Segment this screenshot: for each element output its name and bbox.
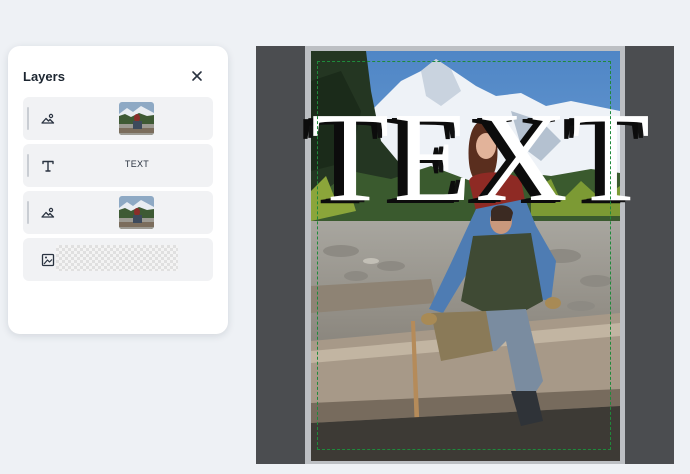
image-layer-icon [41, 113, 55, 124]
layer-thumbnail [119, 102, 154, 135]
drag-handle[interactable] [27, 107, 29, 130]
background-layer-icon [41, 253, 55, 267]
close-icon [192, 71, 202, 81]
text-layer-label: TEXT [124, 159, 150, 169]
layer-row-background[interactable] [23, 238, 213, 281]
text-layer-icon [42, 160, 54, 172]
drag-handle[interactable] [27, 201, 29, 224]
layer-row-image-2[interactable] [23, 191, 213, 234]
transparent-preview [56, 245, 178, 271]
photo-layer[interactable] [311, 51, 620, 461]
close-button[interactable] [189, 68, 205, 84]
layers-panel: Layers TEXT [8, 46, 228, 334]
image-layer-icon [41, 207, 55, 218]
layer-thumbnail [119, 196, 154, 229]
drag-handle[interactable] [27, 154, 29, 177]
layer-row-text[interactable]: TEXT [23, 144, 213, 187]
layer-row-image-1[interactable] [23, 97, 213, 140]
panel-title: Layers [23, 69, 65, 84]
